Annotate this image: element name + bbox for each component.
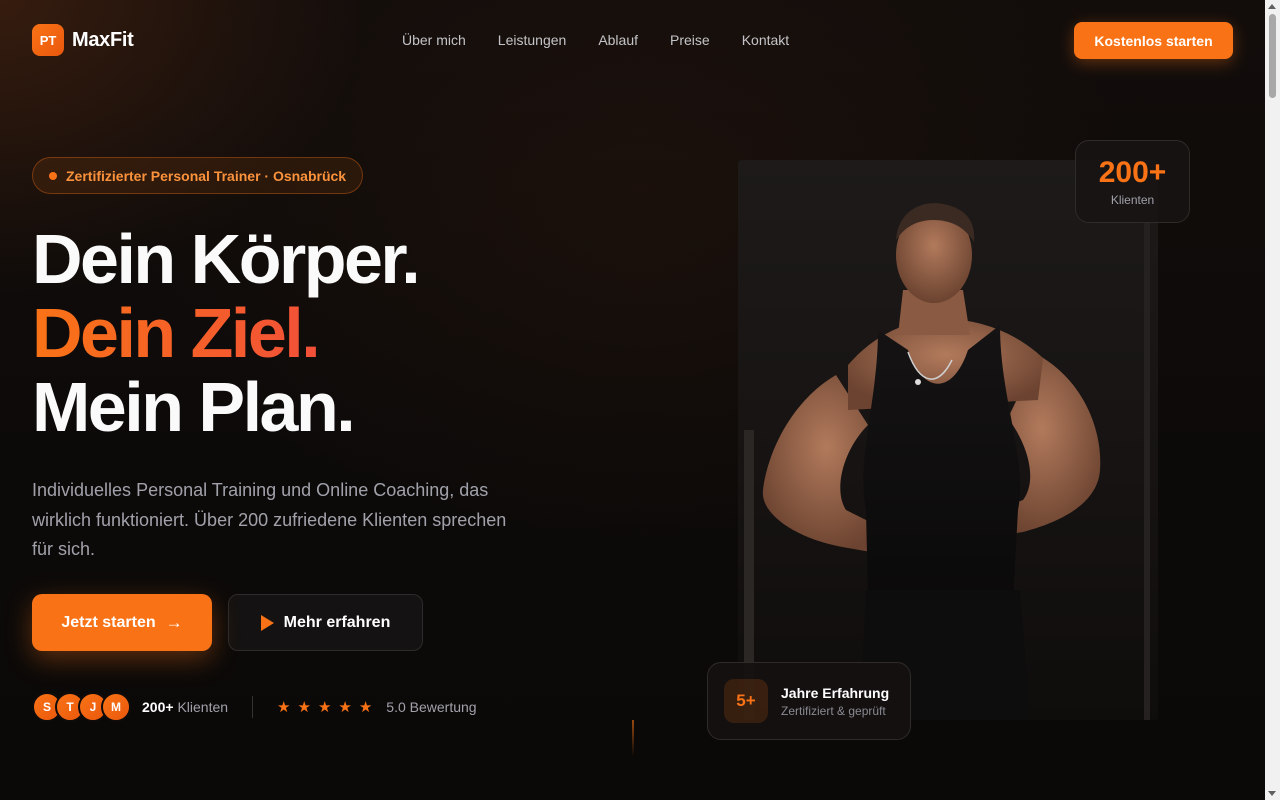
clients-stat-label: Klienten bbox=[1110, 192, 1155, 207]
clients-number: 200+ bbox=[142, 699, 174, 715]
hero-headline: Dein Körper. Dein Ziel. Mein Plan. bbox=[32, 220, 421, 446]
hero-badge: Zertifizierter Personal Trainer · Osnabr… bbox=[32, 157, 363, 194]
social-proof: S T J M 200+ Klienten ★ ★ ★ ★ ★ 5.0 Bewe… bbox=[32, 691, 477, 723]
arrow-right-icon: → bbox=[165, 612, 183, 632]
headline-line-1: Dein Körper. bbox=[32, 220, 421, 298]
hero-lead-text: Individuelles Personal Training und Onli… bbox=[32, 480, 507, 559]
trainer-photo bbox=[738, 160, 1158, 720]
start-now-button[interactable]: Jetzt starten → bbox=[32, 594, 212, 651]
experience-stat-subtitle: Zertifiziert & geprüft bbox=[781, 703, 886, 718]
nav-link-kontakt[interactable]: Kontakt bbox=[742, 32, 789, 48]
divider bbox=[252, 696, 254, 718]
clients-stat-value: 200+ bbox=[1098, 155, 1167, 189]
hero-badge-text: Zertifizierter Personal Trainer · Osnabr… bbox=[66, 167, 347, 184]
experience-stat-title: Jahre Erfahrung bbox=[781, 684, 890, 701]
client-avatars: S T J M bbox=[32, 692, 131, 722]
scroll-indicator bbox=[632, 720, 634, 756]
star-icon: ★ bbox=[277, 699, 291, 716]
brand-logo[interactable]: PT MaxFit bbox=[32, 24, 134, 56]
star-icon: ★ bbox=[297, 699, 311, 716]
clients-stat-card: 200+ Klienten bbox=[1075, 140, 1190, 223]
page-scrollbar[interactable] bbox=[1265, 0, 1280, 800]
nav-link-ueber-mich[interactable]: Über mich bbox=[402, 32, 466, 48]
scroll-down-icon[interactable] bbox=[1268, 791, 1276, 796]
top-navigation: PT MaxFit Über mich Leistungen Ablauf Pr… bbox=[0, 0, 1265, 82]
nav-cta-button[interactable]: Kostenlos starten bbox=[1074, 22, 1233, 59]
scroll-up-icon[interactable] bbox=[1268, 4, 1276, 9]
rating-text: 5.0 Bewertung bbox=[386, 699, 477, 715]
rating-stars: ★ ★ ★ ★ ★ bbox=[277, 698, 372, 716]
start-now-label: Jetzt starten bbox=[61, 613, 156, 631]
nav-link-ablauf[interactable]: Ablauf bbox=[598, 32, 638, 48]
star-icon: ★ bbox=[338, 699, 352, 716]
play-icon bbox=[260, 614, 274, 631]
nav-link-leistungen[interactable]: Leistungen bbox=[498, 32, 567, 48]
logo-badge: PT bbox=[32, 24, 64, 56]
learn-more-button[interactable]: Mehr erfahren bbox=[228, 594, 423, 651]
brand-name: MaxFit bbox=[72, 28, 134, 51]
clients-count: 200+ Klienten bbox=[142, 699, 228, 715]
scrollbar-thumb[interactable] bbox=[1269, 14, 1276, 98]
nav-link-preise[interactable]: Preise bbox=[670, 32, 710, 48]
clients-label: Klienten bbox=[177, 699, 229, 715]
headline-line-3: Mein Plan. bbox=[32, 368, 356, 446]
learn-more-label: Mehr erfahren bbox=[283, 613, 391, 631]
experience-stat-card: 5+ Jahre Erfahrung Zertifiziert & geprüf… bbox=[707, 662, 911, 740]
headline-line-2: Dein Ziel. bbox=[32, 296, 418, 370]
status-dot-icon bbox=[49, 171, 57, 180]
trainer-figure bbox=[762, 203, 1101, 720]
avatar: M bbox=[101, 692, 131, 722]
star-icon: ★ bbox=[317, 699, 332, 716]
star-icon: ★ bbox=[358, 699, 373, 716]
experience-stat-value: 5+ bbox=[724, 679, 768, 723]
nav-links: Über mich Leistungen Ablauf Preise Konta… bbox=[402, 32, 821, 48]
